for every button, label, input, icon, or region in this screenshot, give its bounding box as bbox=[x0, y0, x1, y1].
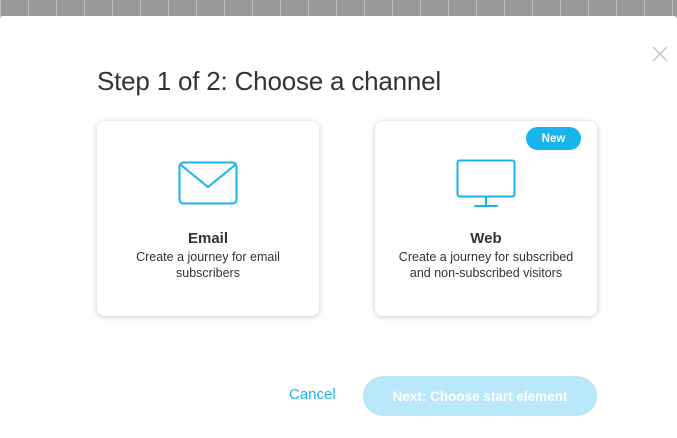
close-icon[interactable] bbox=[650, 44, 670, 64]
new-badge: New bbox=[526, 127, 581, 150]
dialog-title: Step 1 of 2: Choose a channel bbox=[97, 66, 442, 96]
web-card-description: Create a journey for subscribed and non-… bbox=[398, 250, 574, 280]
web-channel-card[interactable]: Web Create a journey for subscribed and … bbox=[375, 121, 597, 316]
email-channel-card[interactable]: Email Create a journey for email subscri… bbox=[97, 121, 319, 316]
envelope-icon bbox=[178, 161, 238, 205]
email-card-description: Create a journey for email subscribers bbox=[136, 250, 280, 280]
next-choose-start-element-button[interactable]: Next: Choose start element bbox=[363, 376, 597, 416]
cancel-button[interactable]: Cancel bbox=[289, 386, 336, 403]
web-card-title: Web bbox=[470, 230, 502, 247]
email-card-title: Email bbox=[187, 230, 229, 247]
monitor-icon bbox=[456, 159, 516, 207]
